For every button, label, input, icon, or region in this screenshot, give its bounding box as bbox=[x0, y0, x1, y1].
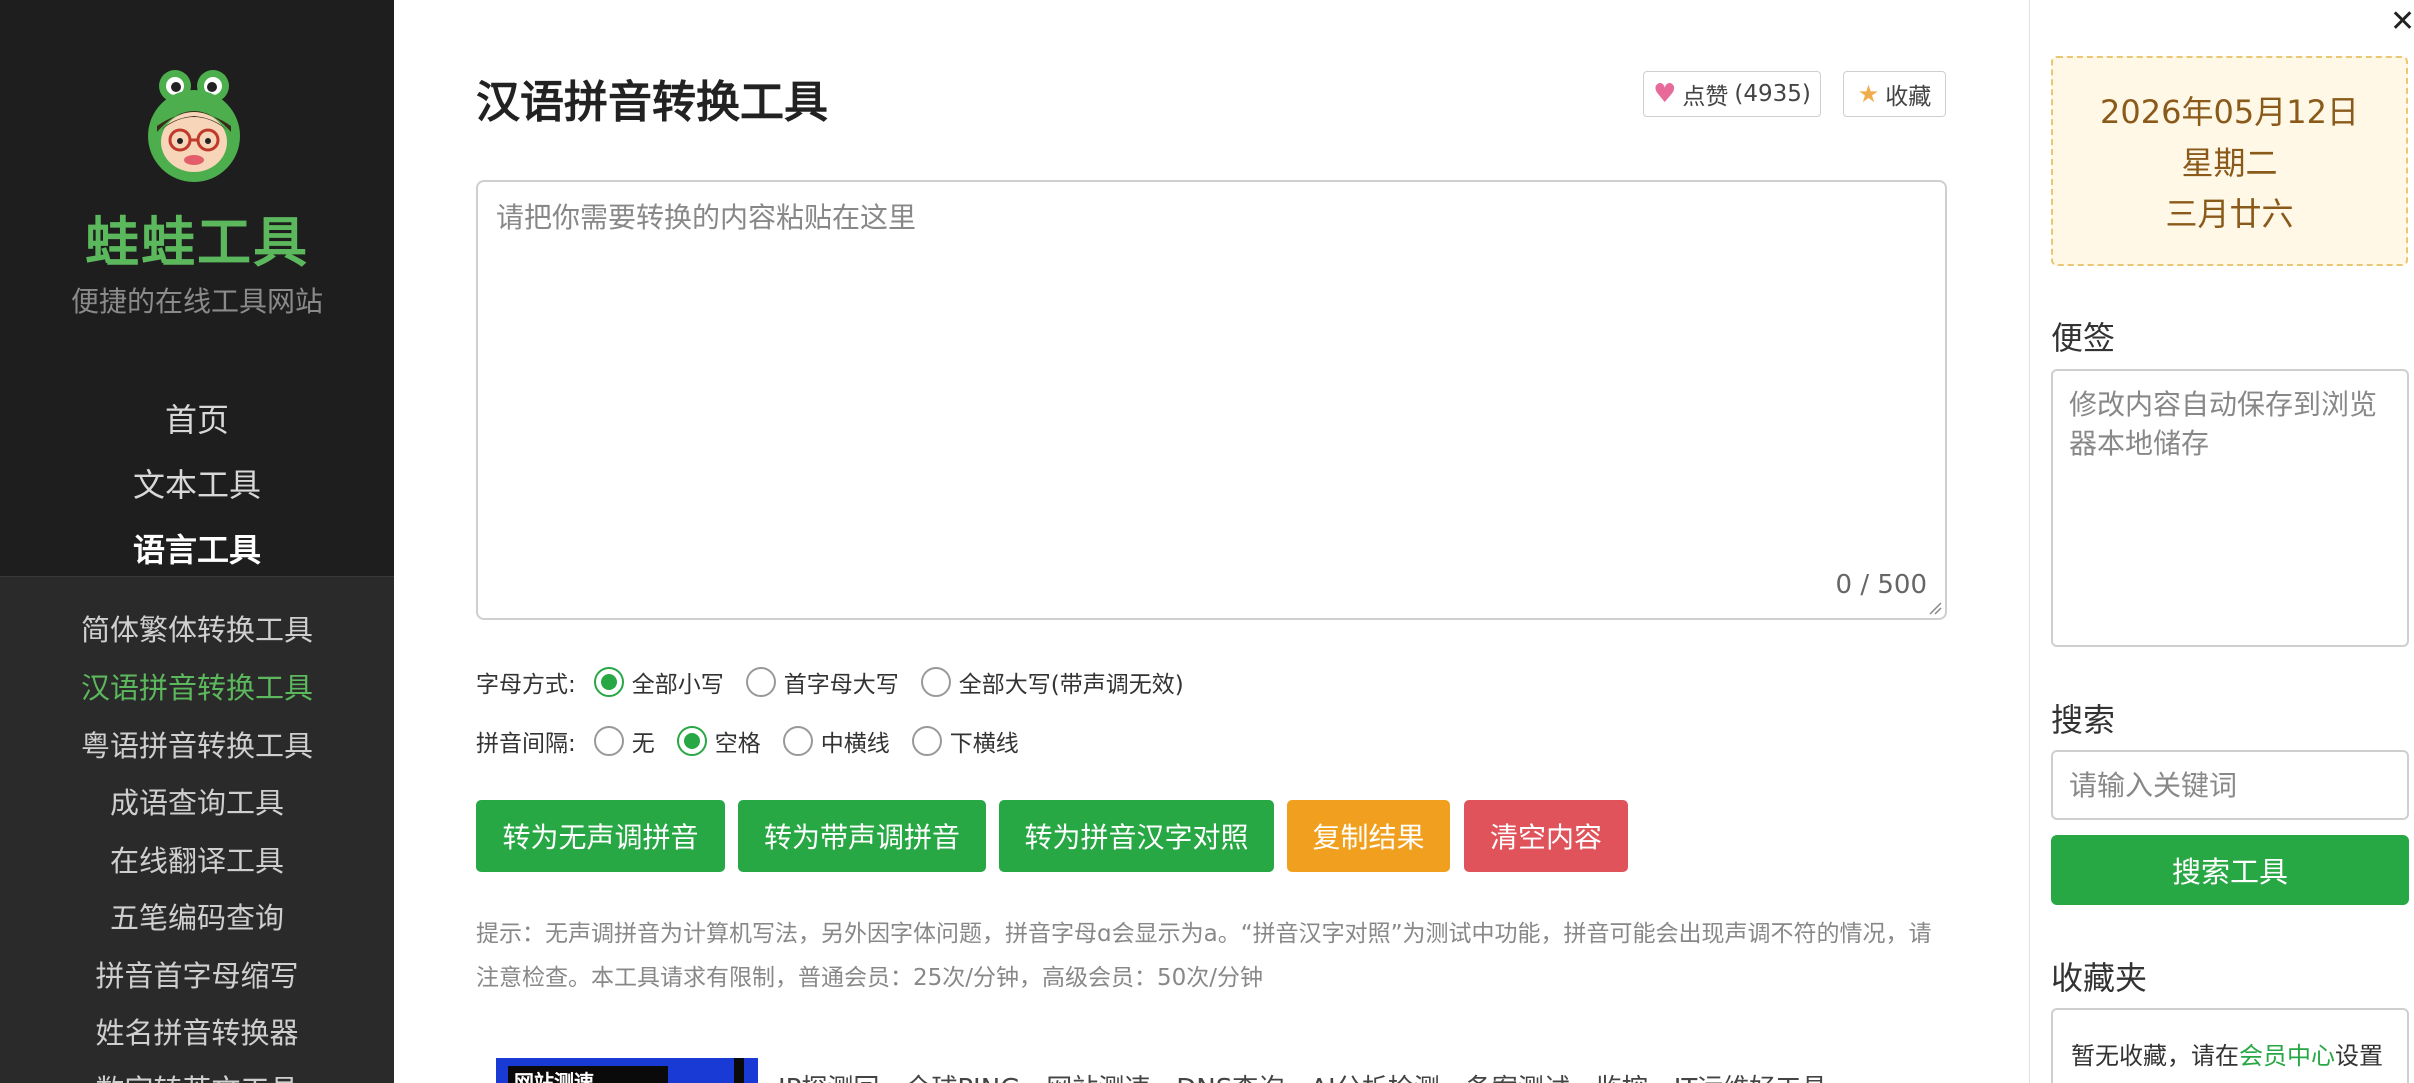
radio-label: 首字母大写 bbox=[783, 672, 899, 698]
subnav-item-wubi-lookup[interactable]: 五笔编码查询 bbox=[0, 895, 394, 937]
date-weekday: 星期二 bbox=[2181, 144, 2278, 182]
heart-icon: ♥ bbox=[1653, 79, 1677, 109]
tip-text: 提示：无声调拼音为计算机写法，另外因字体问题，拼音字母ɑ会显示为a。“拼音汉字对… bbox=[476, 921, 1932, 991]
radio-label: 中横线 bbox=[820, 731, 890, 757]
favorite-button[interactable]: ★ 收藏 bbox=[1843, 71, 1946, 117]
spacing-hyphen[interactable]: 中横线 bbox=[782, 724, 890, 758]
like-count: (4935) bbox=[1734, 81, 1811, 107]
radio-label: 空格 bbox=[714, 731, 761, 757]
radio-checked-icon[interactable] bbox=[593, 667, 624, 697]
member-center-link[interactable]: 会员中心 bbox=[2239, 1042, 2335, 1070]
radio-icon[interactable] bbox=[745, 667, 776, 697]
convert-with-tone-button[interactable]: 转为带声调拼音 bbox=[738, 800, 986, 872]
radio-checked-icon[interactable] bbox=[676, 726, 707, 756]
subnav-item-simplified-traditional[interactable]: 简体繁体转换工具 bbox=[0, 607, 394, 649]
note-box bbox=[2051, 369, 2409, 647]
radio-label: 无 bbox=[631, 731, 655, 757]
char-counter: 0 / 500 bbox=[1835, 570, 1927, 600]
subnav-list: 简体繁体转换工具 汉语拼音转换工具 粤语拼音转换工具 成语查询工具 在线翻译工具… bbox=[0, 576, 394, 1083]
date-gregorian: 2026年05月12日 bbox=[2100, 93, 2359, 131]
page-title: 汉语拼音转换工具 bbox=[476, 77, 828, 128]
ad-banner-title: 网站测速 bbox=[508, 1066, 668, 1083]
spacing-underscore[interactable]: 下横线 bbox=[911, 724, 1019, 758]
radio-label: 下横线 bbox=[949, 731, 1019, 757]
convert-compare-button[interactable]: 转为拼音汉字对照 bbox=[999, 800, 1274, 872]
spacing-row: 拼音间隔: 无 空格 中横线 下横线 bbox=[476, 724, 1041, 758]
note-heading: 便签 bbox=[2051, 319, 2116, 357]
search-input[interactable] bbox=[2051, 750, 2409, 820]
favorites-prefix: 暂无收藏，请在 bbox=[2071, 1042, 2239, 1070]
radio-icon[interactable] bbox=[782, 726, 813, 756]
resize-handle-icon[interactable] bbox=[1928, 601, 1942, 615]
close-icon[interactable]: ✕ bbox=[2390, 4, 2414, 39]
brand-slogan: 便捷的在线工具网站 bbox=[70, 285, 323, 318]
nav-item-text-tools[interactable]: 文本工具 bbox=[0, 460, 394, 506]
date-lunar: 三月廿六 bbox=[2165, 195, 2294, 233]
brand-name[interactable]: 蛙蛙工具 bbox=[0, 198, 394, 277]
nav-item-home[interactable]: 首页 bbox=[0, 395, 394, 441]
subnav-item-idiom-query[interactable]: 成语查询工具 bbox=[0, 780, 394, 822]
like-button[interactable]: ♥ 点赞 (4935) bbox=[1643, 71, 1821, 117]
subnav-item-online-translate[interactable]: 在线翻译工具 bbox=[0, 838, 394, 880]
favorites-suffix: 设置 bbox=[2335, 1042, 2383, 1070]
letter-mode-uppercase[interactable]: 全部大写(带声调无效) bbox=[920, 665, 1184, 699]
subnav-item-pinyin-converter[interactable]: 汉语拼音转换工具 bbox=[0, 665, 394, 707]
note-input[interactable] bbox=[2053, 371, 2407, 645]
ad-banner-decoration bbox=[734, 1058, 744, 1083]
star-icon: ★ bbox=[1857, 80, 1880, 108]
letter-mode-capitalize[interactable]: 首字母大写 bbox=[745, 665, 899, 699]
search-heading: 搜索 bbox=[2051, 701, 2116, 739]
ad-banner-image[interactable]: 网站测速 bbox=[496, 1058, 758, 1083]
clear-content-button[interactable]: 清空内容 bbox=[1464, 800, 1628, 872]
radio-label: 全部大写(带声调无效) bbox=[958, 672, 1184, 698]
subnav-item-name-pinyin[interactable]: 姓名拼音转换器 bbox=[0, 1010, 394, 1052]
sidebar: 蛙蛙工具 便捷的在线工具网站 首页 文本工具 语言工具 简体繁体转换工具 汉语拼… bbox=[0, 0, 394, 1083]
frog-logo-icon[interactable] bbox=[143, 70, 245, 182]
ad-banner-text[interactable]: IP探测回、全球PING、网站测速、DNS查询、AI分析检测、备案测试、监控、I… bbox=[778, 1068, 1827, 1083]
copy-result-button[interactable]: 复制结果 bbox=[1287, 800, 1450, 872]
radio-label: 全部小写 bbox=[631, 672, 724, 698]
radio-icon[interactable] bbox=[911, 726, 942, 756]
content-input[interactable] bbox=[478, 182, 1945, 618]
favorites-heading: 收藏夹 bbox=[2051, 959, 2148, 997]
search-tools-button[interactable]: 搜索工具 bbox=[2051, 835, 2409, 905]
radio-icon[interactable] bbox=[593, 726, 624, 756]
spacing-none[interactable]: 无 bbox=[593, 724, 655, 758]
convert-no-tone-button[interactable]: 转为无声调拼音 bbox=[476, 800, 725, 872]
favorite-label: 收藏 bbox=[1885, 84, 1932, 110]
spacing-space[interactable]: 空格 bbox=[676, 724, 761, 758]
spacing-label: 拼音间隔: bbox=[476, 731, 576, 757]
subnav-item-cantonese-pinyin[interactable]: 粤语拼音转换工具 bbox=[0, 723, 394, 765]
subnav-item-number-to-english[interactable]: 数字转英文工具 bbox=[0, 1067, 394, 1083]
date-widget: 2026年05月12日 星期二 三月廿六 bbox=[2051, 56, 2408, 266]
radio-icon[interactable] bbox=[920, 667, 951, 697]
letter-mode-label: 字母方式: bbox=[476, 672, 576, 698]
input-area: 0 / 500 bbox=[476, 180, 1947, 620]
letter-mode-row: 字母方式: 全部小写 首字母大写 全部大写(带声调无效) bbox=[476, 665, 1206, 699]
nav-item-language-tools[interactable]: 语言工具 bbox=[0, 525, 394, 571]
subnav-item-pinyin-initials[interactable]: 拼音首字母缩写 bbox=[0, 953, 394, 995]
letter-mode-lowercase[interactable]: 全部小写 bbox=[593, 665, 724, 699]
favorites-box: 暂无收藏，请在会员中心设置 bbox=[2051, 1008, 2409, 1083]
like-label: 点赞 bbox=[1682, 84, 1729, 110]
